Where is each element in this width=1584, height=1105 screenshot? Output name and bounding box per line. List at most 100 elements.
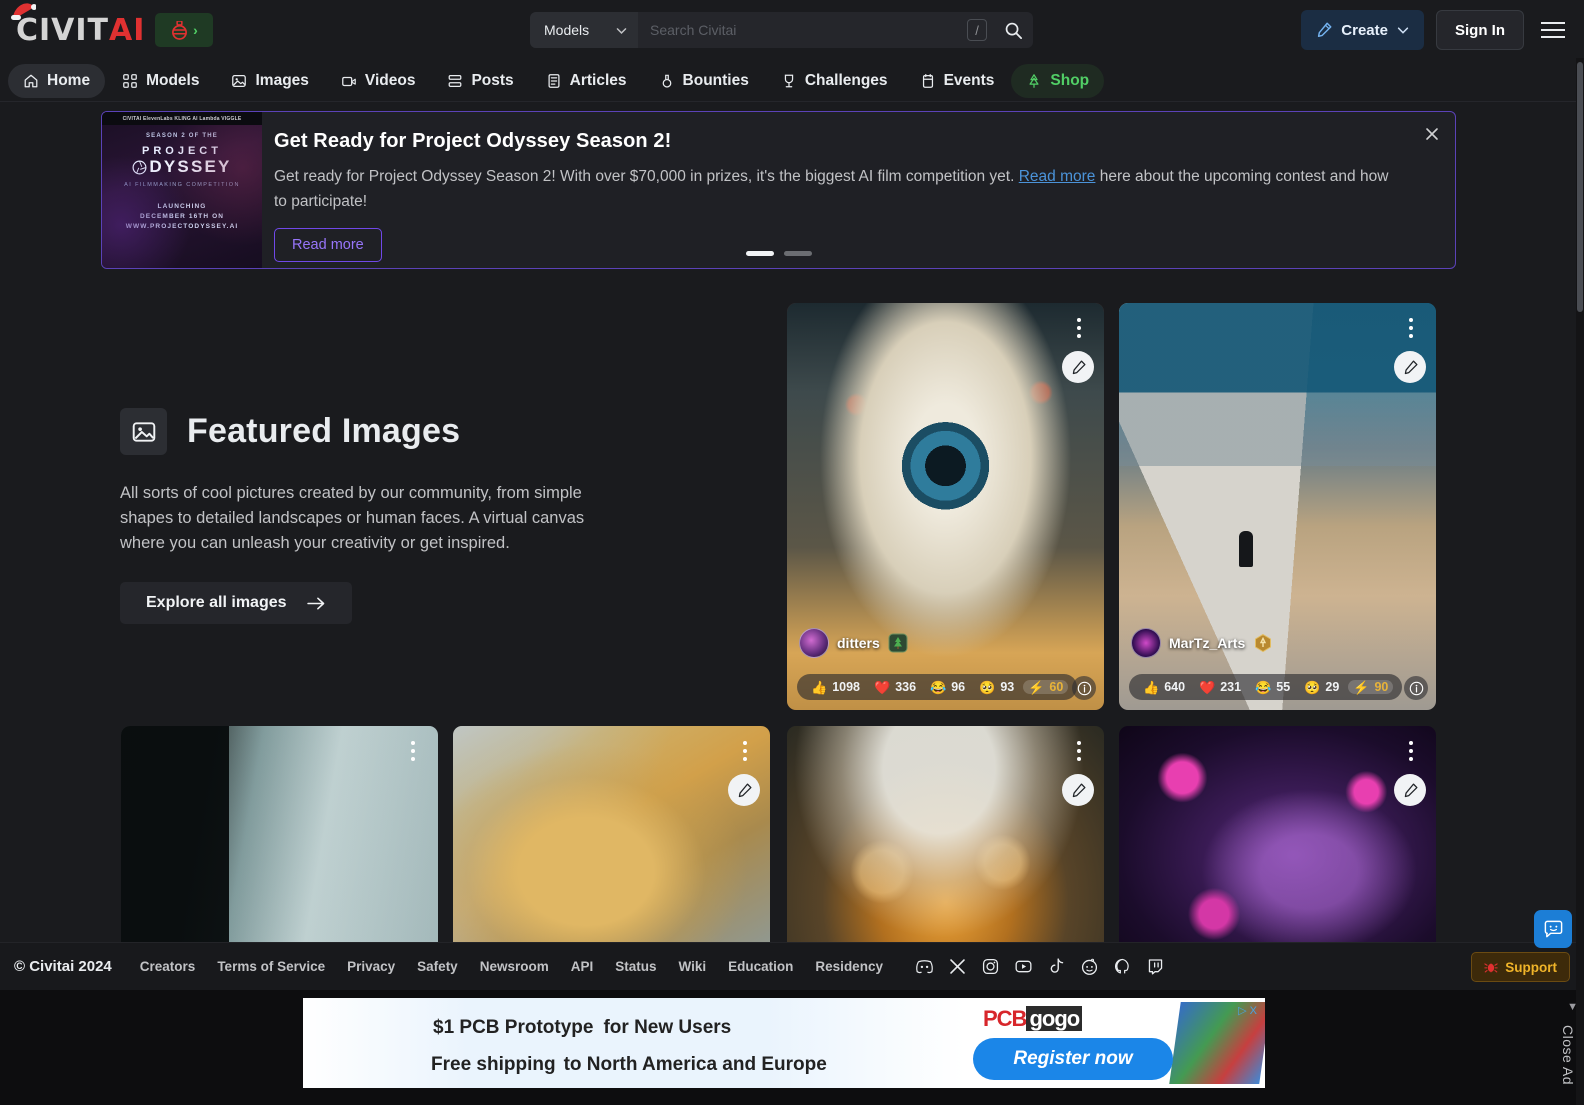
advertisement-banner[interactable]: $1 PCB Prototype for New Users Free shipp… [303, 998, 1265, 1088]
reaction-cry[interactable]: 🥺 29 [1299, 680, 1344, 694]
card-info-button[interactable] [1072, 676, 1096, 700]
search-category-select[interactable]: Models [530, 12, 638, 48]
banner-read-more-button[interactable]: Read more [274, 228, 382, 262]
holiday-event-button[interactable]: › [155, 13, 214, 47]
create-button[interactable]: Create [1301, 10, 1424, 50]
github-icon[interactable] [1113, 957, 1132, 976]
reaction-buzz[interactable]: ⚡ 60 [1023, 679, 1069, 695]
image-card-eyeball[interactable]: ditters 👍 1098 ❤️ 336 😂 96 🥺 93 ⚡ 60 [787, 303, 1104, 710]
santa-hat-icon [11, 3, 36, 20]
reddit-icon[interactable] [1080, 957, 1099, 976]
nav-label-challenges: Challenges [804, 71, 888, 89]
banner-read-more-link[interactable]: Read more [1019, 168, 1096, 185]
nav-item-home[interactable]: Home [8, 63, 106, 98]
lightning-icon: ⚡ [1028, 679, 1045, 695]
nav-item-bounties[interactable]: Bounties [644, 64, 764, 98]
card-user[interactable]: MarTz_Arts [1131, 628, 1273, 658]
discord-icon[interactable] [915, 957, 934, 976]
nav-item-posts[interactable]: Posts [432, 64, 528, 98]
youtube-icon[interactable] [1014, 957, 1033, 976]
reaction-laugh[interactable]: 😂 96 [925, 680, 970, 694]
adchoices-icon[interactable]: ▷ X [1238, 1004, 1257, 1017]
thumbs-up-icon: 👍 [811, 679, 828, 695]
image-card-chess[interactable] [121, 726, 438, 961]
reaction-thumbs-up[interactable]: 👍 640 [1138, 680, 1190, 694]
footer-link-privacy[interactable]: Privacy [347, 959, 395, 974]
reaction-heart[interactable]: ❤️ 231 [1194, 680, 1246, 694]
card-remix-button[interactable] [728, 774, 760, 806]
create-button-label: Create [1341, 21, 1388, 39]
card-menu-button[interactable] [1400, 315, 1422, 341]
holiday-ornament-icon [172, 20, 188, 40]
reaction-cry[interactable]: 🥺 93 [974, 680, 1019, 694]
card-menu-button[interactable] [402, 738, 424, 764]
banner-carousel-indicators [745, 251, 812, 256]
footer-link-newsroom[interactable]: Newsroom [480, 959, 549, 974]
ad-register-button[interactable]: Register now [973, 1038, 1173, 1080]
nav-item-videos[interactable]: Videos [326, 64, 431, 98]
footer-link-status[interactable]: Status [615, 959, 656, 974]
footer-link-safety[interactable]: Safety [417, 959, 458, 974]
heart-icon: ❤️ [874, 679, 891, 695]
tiktok-icon[interactable] [1047, 957, 1066, 976]
carousel-dot-1[interactable] [745, 251, 774, 256]
featured-images-section: Featured Images All sorts of cool pictur… [120, 408, 680, 624]
page-scrollbar[interactable] [1576, 58, 1584, 1105]
footer-link-education[interactable]: Education [728, 959, 793, 974]
reaction-laugh[interactable]: 😂 55 [1250, 680, 1295, 694]
reaction-count: 55 [1276, 680, 1291, 694]
nav-item-models[interactable]: Models [107, 64, 214, 98]
nav-item-shop[interactable]: Shop [1011, 63, 1105, 98]
x-icon[interactable] [948, 957, 967, 976]
card-remix-button[interactable] [1394, 351, 1426, 383]
image-card-lion[interactable] [453, 726, 770, 961]
card-menu-button[interactable] [1400, 738, 1422, 764]
support-button[interactable]: Support [1471, 952, 1570, 982]
reaction-thumbs-up[interactable]: 👍 1098 [806, 680, 865, 694]
nav-item-challenges[interactable]: Challenges [766, 64, 903, 98]
search-submit-button[interactable] [993, 12, 1033, 48]
card-menu-button[interactable] [734, 738, 756, 764]
card-user[interactable]: ditters [799, 628, 908, 658]
chat-support-button[interactable] [1534, 910, 1572, 948]
card-remix-button[interactable] [1394, 774, 1426, 806]
chat-bubble-icon [1544, 920, 1562, 937]
sign-in-button[interactable]: Sign In [1436, 10, 1524, 50]
carousel-dot-2[interactable] [783, 251, 812, 256]
footer-link-creators[interactable]: Creators [140, 959, 196, 974]
explore-all-images-button[interactable]: Explore all images [120, 582, 352, 624]
instagram-icon[interactable] [981, 957, 1000, 976]
twitch-icon[interactable] [1146, 957, 1165, 976]
reaction-buzz[interactable]: ⚡ 90 [1348, 679, 1394, 695]
image-card-road[interactable]: MarTz_Arts 👍 640 ❤️ 231 😂 55 🥺 29 ⚡ 90 [1119, 303, 1436, 710]
footer-link-residency[interactable]: Residency [815, 959, 883, 974]
card-remix-button[interactable] [1062, 351, 1094, 383]
card-username: ditters [837, 635, 880, 651]
image-card-blossom[interactable] [787, 726, 1104, 961]
card-menu-button[interactable] [1068, 315, 1090, 341]
hamburger-menu-icon[interactable] [1536, 13, 1570, 47]
card-remix-button[interactable] [1062, 774, 1094, 806]
nav-item-events[interactable]: Events [905, 64, 1010, 98]
reaction-heart[interactable]: ❤️ 336 [869, 680, 921, 694]
banner-thumbnail[interactable]: CIVITAI ElevenLabs KLING AI Lambda VIGGL… [102, 112, 262, 268]
arrow-right-icon [306, 597, 324, 609]
nav-item-articles[interactable]: Articles [531, 64, 642, 98]
footer-link-terms[interactable]: Terms of Service [217, 959, 325, 974]
footer-link-api[interactable]: API [571, 959, 594, 974]
top-header: CIVITAI › Models / [0, 0, 1584, 60]
civitai-logo[interactable]: CIVIT AI [11, 3, 145, 48]
banner-close-icon[interactable] [1421, 123, 1443, 145]
nav-item-images[interactable]: Images [216, 64, 323, 98]
card-menu-button[interactable] [1068, 738, 1090, 764]
reaction-count: 231 [1220, 680, 1242, 694]
brush-icon [1404, 359, 1418, 374]
video-icon [342, 76, 356, 86]
scrollbar-thumb[interactable] [1577, 62, 1583, 312]
image-card-snake[interactable] [1119, 726, 1436, 961]
search-input[interactable] [650, 22, 959, 38]
image-icon [132, 421, 155, 442]
card-info-button[interactable] [1404, 676, 1428, 700]
lightning-icon: ⚡ [1353, 679, 1370, 695]
footer-link-wiki[interactable]: Wiki [679, 959, 707, 974]
